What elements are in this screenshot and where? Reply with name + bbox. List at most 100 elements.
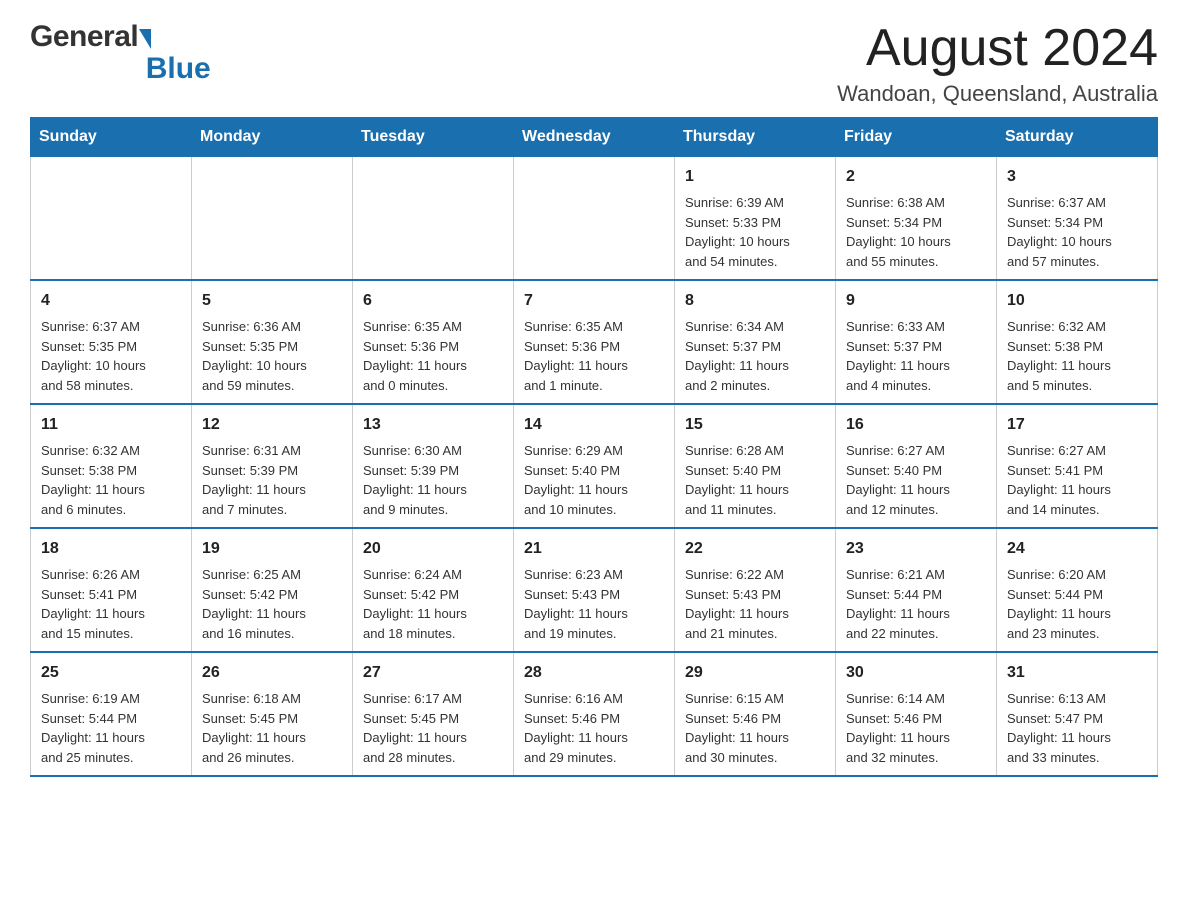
day-info: Sunrise: 6:21 AMSunset: 5:44 PMDaylight:… (846, 565, 986, 643)
day-info: Sunrise: 6:35 AMSunset: 5:36 PMDaylight:… (363, 317, 503, 395)
table-row: 8 Sunrise: 6:34 AMSunset: 5:37 PMDaylight… (675, 280, 836, 404)
table-row: 27 Sunrise: 6:17 AMSunset: 5:45 PMDayligh… (353, 652, 514, 776)
table-row: 2 Sunrise: 6:38 AMSunset: 5:34 PMDaylight… (836, 157, 997, 281)
day-number: 1 (685, 165, 825, 189)
day-info: Sunrise: 6:17 AMSunset: 5:45 PMDaylight:… (363, 689, 503, 767)
day-info: Sunrise: 6:32 AMSunset: 5:38 PMDaylight:… (1007, 317, 1147, 395)
day-number: 27 (363, 661, 503, 685)
table-row: 30 Sunrise: 6:14 AMSunset: 5:46 PMDayligh… (836, 652, 997, 776)
day-number: 23 (846, 537, 986, 561)
day-number: 13 (363, 413, 503, 437)
day-number: 20 (363, 537, 503, 561)
day-number: 29 (685, 661, 825, 685)
day-number: 30 (846, 661, 986, 685)
table-row: 7 Sunrise: 6:35 AMSunset: 5:36 PMDaylight… (514, 280, 675, 404)
logo-general-text: General (30, 20, 138, 54)
day-number: 4 (41, 289, 181, 313)
day-number: 6 (363, 289, 503, 313)
day-info: Sunrise: 6:30 AMSunset: 5:39 PMDaylight:… (363, 441, 503, 519)
day-info: Sunrise: 6:37 AMSunset: 5:35 PMDaylight:… (41, 317, 181, 395)
table-row (31, 157, 192, 281)
calendar-week-row: 1 Sunrise: 6:39 AMSunset: 5:33 PMDaylight… (31, 157, 1158, 281)
table-row: 19Sunrise: 6:25 AMSunset: 5:42 PMDayligh… (192, 528, 353, 652)
table-row: 29 Sunrise: 6:15 AMSunset: 5:46 PMDayligh… (675, 652, 836, 776)
day-info: Sunrise: 6:28 AMSunset: 5:40 PMDaylight:… (685, 441, 825, 519)
calendar-table: Sunday Monday Tuesday Wednesday Thursday… (30, 117, 1158, 777)
day-number: 5 (202, 289, 342, 313)
table-row: 9 Sunrise: 6:33 AMSunset: 5:37 PMDaylight… (836, 280, 997, 404)
table-row: 14 Sunrise: 6:29 AMSunset: 5:40 PMDayligh… (514, 404, 675, 528)
table-row: 5Sunrise: 6:36 AMSunset: 5:35 PMDaylight… (192, 280, 353, 404)
table-row: 4 Sunrise: 6:37 AMSunset: 5:35 PMDaylight… (31, 280, 192, 404)
day-number: 8 (685, 289, 825, 313)
day-number: 14 (524, 413, 664, 437)
col-tuesday: Tuesday (353, 118, 514, 157)
col-wednesday: Wednesday (514, 118, 675, 157)
day-info: Sunrise: 6:35 AMSunset: 5:36 PMDaylight:… (524, 317, 664, 395)
day-number: 21 (524, 537, 664, 561)
day-info: Sunrise: 6:20 AMSunset: 5:44 PMDaylight:… (1007, 565, 1147, 643)
day-info: Sunrise: 6:38 AMSunset: 5:34 PMDaylight:… (846, 193, 986, 271)
day-info: Sunrise: 6:39 AMSunset: 5:33 PMDaylight:… (685, 193, 825, 271)
day-number: 15 (685, 413, 825, 437)
day-number: 26 (202, 661, 342, 685)
day-number: 24 (1007, 537, 1147, 561)
day-info: Sunrise: 6:27 AMSunset: 5:41 PMDaylight:… (1007, 441, 1147, 519)
table-row: 11Sunrise: 6:32 AMSunset: 5:38 PMDayligh… (31, 404, 192, 528)
day-info: Sunrise: 6:15 AMSunset: 5:46 PMDaylight:… (685, 689, 825, 767)
day-number: 12 (202, 413, 342, 437)
calendar-header-row: Sunday Monday Tuesday Wednesday Thursday… (31, 118, 1158, 157)
day-info: Sunrise: 6:29 AMSunset: 5:40 PMDaylight:… (524, 441, 664, 519)
day-number: 28 (524, 661, 664, 685)
day-info: Sunrise: 6:33 AMSunset: 5:37 PMDaylight:… (846, 317, 986, 395)
day-number: 2 (846, 165, 986, 189)
table-row: 13 Sunrise: 6:30 AMSunset: 5:39 PMDayligh… (353, 404, 514, 528)
day-number: 9 (846, 289, 986, 313)
day-info: Sunrise: 6:25 AMSunset: 5:42 PMDaylight:… (202, 565, 342, 643)
day-number: 3 (1007, 165, 1147, 189)
table-row: 17 Sunrise: 6:27 AMSunset: 5:41 PMDayligh… (997, 404, 1158, 528)
table-row (353, 157, 514, 281)
calendar-week-row: 25Sunrise: 6:19 AMSunset: 5:44 PMDayligh… (31, 652, 1158, 776)
col-saturday: Saturday (997, 118, 1158, 157)
day-number: 17 (1007, 413, 1147, 437)
day-number: 7 (524, 289, 664, 313)
location-subtitle: Wandoan, Queensland, Australia (837, 81, 1158, 107)
day-info: Sunrise: 6:16 AMSunset: 5:46 PMDaylight:… (524, 689, 664, 767)
day-info: Sunrise: 6:13 AMSunset: 5:47 PMDaylight:… (1007, 689, 1147, 767)
calendar-week-row: 18 Sunrise: 6:26 AMSunset: 5:41 PMDayligh… (31, 528, 1158, 652)
table-row: 20Sunrise: 6:24 AMSunset: 5:42 PMDayligh… (353, 528, 514, 652)
day-info: Sunrise: 6:22 AMSunset: 5:43 PMDaylight:… (685, 565, 825, 643)
title-block: August 2024 Wandoan, Queensland, Austral… (837, 20, 1158, 107)
table-row: 22Sunrise: 6:22 AMSunset: 5:43 PMDayligh… (675, 528, 836, 652)
logo-blue-text: Blue (146, 52, 211, 86)
day-number: 31 (1007, 661, 1147, 685)
table-row: 10 Sunrise: 6:32 AMSunset: 5:38 PMDayligh… (997, 280, 1158, 404)
day-number: 10 (1007, 289, 1147, 313)
table-row: 18 Sunrise: 6:26 AMSunset: 5:41 PMDayligh… (31, 528, 192, 652)
month-title: August 2024 (837, 20, 1158, 77)
table-row: 31 Sunrise: 6:13 AMSunset: 5:47 PMDayligh… (997, 652, 1158, 776)
col-sunday: Sunday (31, 118, 192, 157)
table-row: 24 Sunrise: 6:20 AMSunset: 5:44 PMDayligh… (997, 528, 1158, 652)
logo-arrow-icon (139, 29, 151, 49)
day-number: 18 (41, 537, 181, 561)
table-row: 6 Sunrise: 6:35 AMSunset: 5:36 PMDaylight… (353, 280, 514, 404)
day-number: 16 (846, 413, 986, 437)
table-row (514, 157, 675, 281)
day-number: 11 (41, 413, 181, 437)
col-friday: Friday (836, 118, 997, 157)
table-row: 12 Sunrise: 6:31 AMSunset: 5:39 PMDayligh… (192, 404, 353, 528)
day-info: Sunrise: 6:34 AMSunset: 5:37 PMDaylight:… (685, 317, 825, 395)
day-info: Sunrise: 6:31 AMSunset: 5:39 PMDaylight:… (202, 441, 342, 519)
day-info: Sunrise: 6:23 AMSunset: 5:43 PMDaylight:… (524, 565, 664, 643)
day-info: Sunrise: 6:26 AMSunset: 5:41 PMDaylight:… (41, 565, 181, 643)
table-row: 16Sunrise: 6:27 AMSunset: 5:40 PMDayligh… (836, 404, 997, 528)
calendar-week-row: 4 Sunrise: 6:37 AMSunset: 5:35 PMDaylight… (31, 280, 1158, 404)
day-info: Sunrise: 6:14 AMSunset: 5:46 PMDaylight:… (846, 689, 986, 767)
table-row (192, 157, 353, 281)
table-row: 26Sunrise: 6:18 AMSunset: 5:45 PMDayligh… (192, 652, 353, 776)
col-thursday: Thursday (675, 118, 836, 157)
day-number: 25 (41, 661, 181, 685)
table-row: 28 Sunrise: 6:16 AMSunset: 5:46 PMDayligh… (514, 652, 675, 776)
